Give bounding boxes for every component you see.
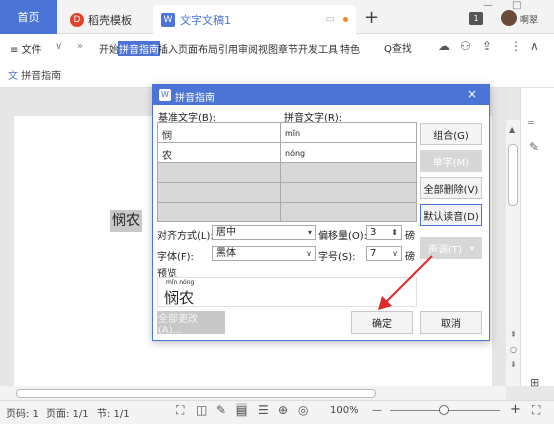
menu-start[interactable]: 开始	[99, 41, 119, 56]
menu-features[interactable]: 特色	[340, 41, 360, 56]
chevron-down-icon: ∨	[306, 249, 312, 258]
spinner-icon: ⬍	[391, 228, 398, 237]
apply-all-button[interactable]: 全部更改 (A)...	[157, 311, 225, 336]
write-mode-icon[interactable]: ✎	[216, 403, 226, 417]
tab-template-label: 稻壳模板	[88, 13, 132, 27]
reading-mode-icon[interactable]: ◫	[196, 403, 207, 417]
font-value: 黑体	[216, 248, 236, 259]
ok-button[interactable]: 确定	[351, 311, 413, 334]
username[interactable]: 啊翠	[520, 13, 538, 26]
ruby-text-cell[interactable]: mǐn	[285, 129, 300, 138]
horizontal-scroll-thumb[interactable]	[16, 389, 376, 398]
offset-spinner[interactable]: 3 ⬍	[366, 225, 402, 240]
menu-more-chevron-icon[interactable]: »	[77, 41, 83, 52]
tab-home[interactable]: 首页	[0, 0, 57, 34]
single-char-button[interactable]: 单字(M)	[420, 150, 482, 172]
menu-pinyin-guide[interactable]: 拼音指南	[118, 41, 160, 56]
clear-all-button[interactable]: 全部删除(V)	[420, 177, 482, 199]
outline-view-icon[interactable]: ☰	[258, 403, 269, 417]
cancel-button[interactable]: 取消	[420, 311, 482, 334]
scroll-up-icon[interactable]: ▲	[509, 125, 515, 134]
focus-mode-icon[interactable]: ⛶	[176, 403, 184, 418]
menu-view[interactable]: 视图	[258, 41, 278, 56]
base-text-cell[interactable]: 悯	[162, 127, 172, 142]
offset-label: 偏移量(O):	[318, 231, 368, 242]
avatar[interactable]	[501, 10, 517, 26]
collapse-ribbon-icon[interactable]: ∧	[530, 39, 539, 53]
grid-view-icon[interactable]: ⊞	[530, 376, 539, 389]
pinyin-guide-label: 拼音指南	[21, 71, 62, 82]
prev-page-icon[interactable]: ⇞	[510, 330, 517, 339]
page-view-icon[interactable]: ▤	[236, 403, 248, 417]
menu-insert[interactable]: 插入	[158, 41, 178, 56]
panel-menu-icon[interactable]: ═	[528, 118, 534, 129]
offset-value: 3	[370, 227, 377, 238]
dialog-title: 拼音指南	[175, 93, 215, 104]
pinyin-icon: 文	[8, 71, 18, 82]
menu-file[interactable]: ≡ 文件	[10, 41, 42, 56]
selected-document-text[interactable]: 悯农	[110, 210, 142, 232]
status-pages[interactable]: 页面: 1/1	[46, 405, 89, 420]
menu-page-layout[interactable]: 页面布局	[178, 41, 218, 56]
zoom-slider-knob[interactable]	[439, 405, 449, 415]
status-section[interactable]: 节: 1/1	[97, 405, 130, 420]
zoom-level[interactable]: 100%	[330, 405, 359, 416]
tab-home-label: 首页	[17, 11, 40, 24]
default-reading-button[interactable]: 默认读音(D)	[420, 204, 482, 226]
fullscreen-icon[interactable]: ⛶	[532, 403, 540, 418]
alignment-label: 对齐方式(L):	[157, 231, 214, 242]
new-tab-button[interactable]: +	[364, 7, 379, 28]
zoom-in-button[interactable]: +	[510, 402, 521, 417]
size-label: 字号(S):	[318, 252, 356, 263]
menu-chapter[interactable]: 章节	[278, 41, 298, 56]
dialog-app-icon: W	[159, 89, 171, 101]
zoom-out-button[interactable]: —	[372, 405, 382, 416]
chevron-down-icon: ▾	[307, 228, 312, 237]
preview-text: 悯农	[164, 289, 195, 307]
table-row	[158, 163, 416, 183]
group-button[interactable]: 组合(G)	[420, 123, 482, 145]
writer-doc-icon: W	[161, 12, 175, 27]
minimize-button[interactable]: —	[483, 0, 493, 11]
vertical-scroll-thumb[interactable]	[508, 144, 518, 206]
ruby-text-cell[interactable]: nóng	[285, 149, 305, 158]
right-side-panel	[520, 88, 554, 386]
cloud-icon[interactable]: ☁	[438, 39, 450, 53]
table-row	[158, 183, 416, 203]
offset-unit: 磅	[405, 231, 415, 242]
tab-template[interactable]: D 稻壳模板	[62, 5, 148, 34]
restore-button[interactable]: □	[512, 0, 521, 11]
tone-chevron-icon: ▾	[469, 243, 474, 253]
unsaved-dot-icon	[343, 17, 348, 22]
alignment-select[interactable]: 居中 ▾	[212, 225, 316, 240]
alignment-value: 居中	[216, 227, 236, 238]
screen-icon[interactable]: ▭	[326, 14, 335, 25]
menu-file-chevron-icon[interactable]: ∨	[55, 41, 62, 52]
more-icon[interactable]: ⋮	[510, 39, 522, 53]
search-button[interactable]: Q查找	[384, 40, 412, 55]
preview-pinyin: mǐn nóng	[166, 279, 195, 286]
pen-icon[interactable]: ✎	[529, 140, 539, 154]
eye-protect-icon[interactable]: ◎	[298, 403, 308, 417]
dialog-close-button[interactable]: ×	[467, 87, 477, 101]
tab-document-label: 文字文稿1	[180, 13, 231, 27]
export-icon[interactable]: ⇪	[482, 39, 492, 53]
base-text-cell[interactable]: 农	[162, 147, 172, 162]
web-view-icon[interactable]: ⊕	[278, 403, 288, 417]
window-count-badge[interactable]: 1	[469, 12, 483, 25]
next-page-icon[interactable]: ⇟	[510, 360, 517, 369]
share-user-icon[interactable]: ⚇	[460, 39, 471, 53]
menu-developer[interactable]: 开发工具	[298, 41, 338, 56]
select-browse-icon[interactable]: ○	[510, 345, 517, 354]
font-select[interactable]: 黑体 ∨	[212, 246, 316, 261]
menu-references[interactable]: 引用	[218, 41, 238, 56]
font-label: 字体(F):	[157, 252, 194, 263]
status-page-number[interactable]: 页码: 1	[6, 405, 39, 420]
menu-review[interactable]: 审阅	[238, 41, 258, 56]
docer-logo-icon: D	[70, 12, 84, 27]
table-divider	[280, 123, 281, 221]
pinyin-guide-button[interactable]: 文 拼音指南	[8, 67, 61, 82]
annotation-arrow	[378, 255, 433, 310]
tab-document[interactable]: W 文字文稿1 ▭	[153, 5, 356, 34]
